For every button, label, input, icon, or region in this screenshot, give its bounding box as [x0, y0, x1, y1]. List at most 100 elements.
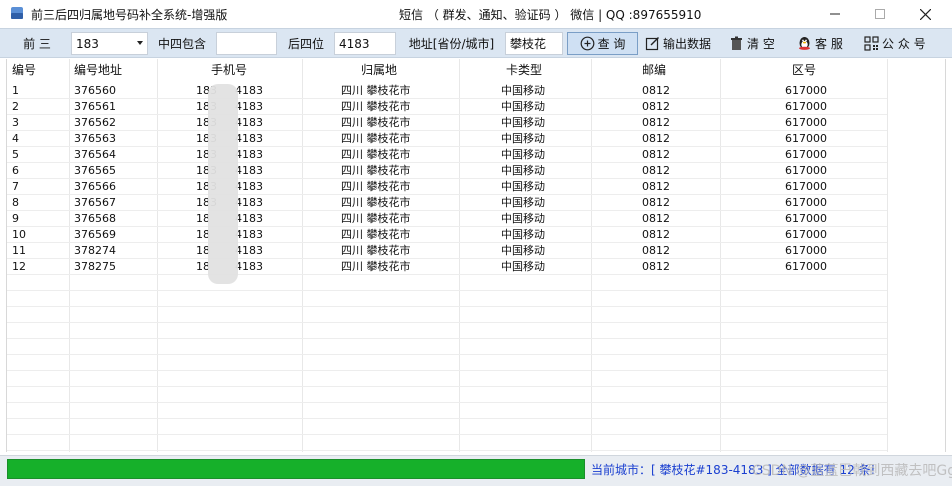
table-row[interactable]: 6 376565 183 4183 四川 攀枝花市 中国移动 0812 617000: [7, 163, 887, 179]
row-divider: [7, 370, 887, 371]
chevron-down-icon: [137, 41, 143, 45]
table-row[interactable]: 5 376564 183 4183 四川 攀枝花市 中国移动 0812 617000: [7, 147, 887, 163]
phone-suffix-cell: 4183: [235, 148, 263, 161]
area-cell: 617000: [785, 148, 827, 161]
area-cell: 617000: [785, 84, 827, 97]
minimize-icon: [830, 13, 840, 15]
privacy-blur-mask: [208, 84, 238, 284]
zip-cell: 0812: [642, 228, 670, 241]
phone-suffix-cell: 4183: [235, 180, 263, 193]
app-icon: [10, 6, 24, 20]
query-button[interactable]: 查 询: [567, 32, 638, 55]
no-cell: 6: [12, 164, 19, 177]
window-title: 前三后四归属地号码补全系统-增强版: [31, 8, 228, 22]
address-input[interactable]: 攀枝花: [505, 32, 563, 55]
area-cell: 617000: [785, 212, 827, 225]
results-table[interactable]: 编号 编号地址 手机号 归属地 卡类型 邮编 区号 1 376560 183 4183 四川 攀枝花…: [6, 59, 946, 452]
no-cell: 5: [12, 148, 19, 161]
addr-cell: 376568: [74, 212, 116, 225]
row-divider: [7, 290, 887, 291]
maximize-button[interactable]: [857, 0, 903, 28]
edit-export-icon: [645, 37, 659, 51]
zip-cell: 0812: [642, 164, 670, 177]
phone-suffix-cell: 4183: [235, 196, 263, 209]
table-row[interactable]: 11 378274 18 4183 四川 攀枝花市 中国移动 0812 617000: [7, 243, 887, 259]
column-header[interactable]: 邮编: [642, 59, 666, 81]
no-cell: 8: [12, 196, 19, 209]
no-cell: 10: [12, 228, 26, 241]
service-button[interactable]: 客 服: [793, 32, 853, 55]
query-label: 查 询: [597, 37, 626, 51]
public-account-button[interactable]: 公 众 号: [860, 32, 934, 55]
minimize-button[interactable]: [812, 0, 858, 28]
table-row[interactable]: 4 376563 183 4183 四川 攀枝花市 中国移动 0812 617000: [7, 131, 887, 147]
table-header: 编号 编号地址 手机号 归属地 卡类型 邮编 区号: [7, 59, 945, 81]
row-divider: [7, 402, 887, 403]
phone-suffix-cell: 4183: [235, 212, 263, 225]
no-cell: 11: [12, 244, 26, 257]
column-divider[interactable]: [887, 59, 888, 452]
loc-cell: 四川 攀枝花市: [341, 244, 411, 257]
service-label: 客 服: [815, 37, 843, 51]
maximize-icon: [875, 9, 885, 19]
suffix-label: 后四位: [287, 37, 324, 51]
zip-cell: 0812: [642, 116, 670, 129]
row-divider: [7, 322, 887, 323]
suffix-input[interactable]: 4183: [334, 32, 396, 55]
table-row[interactable]: 2 376561 183 4183 四川 攀枝花市 中国移动 0812 617000: [7, 99, 887, 115]
table-row[interactable]: 1 376560 183 4183 四川 攀枝花市 中国移动 0812 617000: [7, 83, 887, 99]
phone-suffix-cell: 4183: [235, 84, 263, 97]
loc-cell: 四川 攀枝花市: [341, 228, 411, 241]
watermark: CSDN @蓝蓝巴戟到西藏去吧Gg: [752, 463, 952, 479]
area-cell: 617000: [785, 260, 827, 273]
type-cell: 中国移动: [501, 132, 545, 145]
middle-input[interactable]: [216, 32, 277, 55]
zip-cell: 0812: [642, 100, 670, 113]
close-button[interactable]: [902, 0, 948, 28]
addr-cell: 376564: [74, 148, 116, 161]
phone-suffix-cell: 4183: [235, 228, 263, 241]
prefix-select[interactable]: 183: [71, 32, 148, 55]
row-divider: [7, 354, 887, 355]
column-header[interactable]: 手机号: [211, 59, 247, 81]
column-header[interactable]: 区号: [792, 59, 816, 81]
addr-cell: 376561: [74, 100, 116, 113]
loc-cell: 四川 攀枝花市: [341, 260, 411, 273]
addr-cell: 376560: [74, 84, 116, 97]
type-cell: 中国移动: [501, 164, 545, 177]
column-header[interactable]: 编号: [12, 59, 36, 81]
addr-cell: 378275: [74, 260, 116, 273]
addr-cell: 376566: [74, 180, 116, 193]
column-header[interactable]: 卡类型: [506, 59, 542, 81]
loc-cell: 四川 攀枝花市: [341, 148, 411, 161]
table-row[interactable]: 7 376566 183 4183 四川 攀枝花市 中国移动 0812 617000: [7, 179, 887, 195]
addr-cell: 378274: [74, 244, 116, 257]
type-cell: 中国移动: [501, 260, 545, 273]
table-row[interactable]: 3 376562 183 4183 四川 攀枝花市 中国移动 0812 617000: [7, 115, 887, 131]
table-row[interactable]: 8 376567 183 4183 四川 攀枝花市 中国移动 0812 617000: [7, 195, 887, 211]
loc-cell: 四川 攀枝花市: [341, 84, 411, 97]
type-cell: 中国移动: [501, 84, 545, 97]
row-divider: [7, 450, 887, 451]
addr-cell: 376569: [74, 228, 116, 241]
clear-button[interactable]: 清 空: [725, 32, 785, 55]
zip-cell: 0812: [642, 148, 670, 161]
addr-cell: 376562: [74, 116, 116, 129]
type-cell: 中国移动: [501, 244, 545, 257]
column-header[interactable]: 归属地: [361, 59, 397, 81]
loc-cell: 四川 攀枝花市: [341, 164, 411, 177]
no-cell: 4: [12, 132, 19, 145]
column-header[interactable]: 编号地址: [74, 59, 122, 81]
table-row[interactable]: 10 376569 18 4183 四川 攀枝花市 中国移动 0812 617000: [7, 227, 887, 243]
zip-cell: 0812: [642, 84, 670, 97]
table-row[interactable]: 12 378275 18 4183 四川 攀枝花市 中国移动 0812 617000: [7, 259, 887, 275]
export-button[interactable]: 输出数据: [641, 32, 717, 55]
table-row[interactable]: 9 376568 18 4183 四川 攀枝花市 中国移动 0812 617000: [7, 211, 887, 227]
row-divider: [7, 338, 887, 339]
addr-cell: 376565: [74, 164, 116, 177]
type-cell: 中国移动: [501, 180, 545, 193]
phone-suffix-cell: 4183: [235, 164, 263, 177]
zip-cell: 0812: [642, 132, 670, 145]
no-cell: 12: [12, 260, 26, 273]
contact-banner: 短信 （ 群发、通知、验证码 ） 微信 | QQ :897655910: [399, 8, 702, 22]
